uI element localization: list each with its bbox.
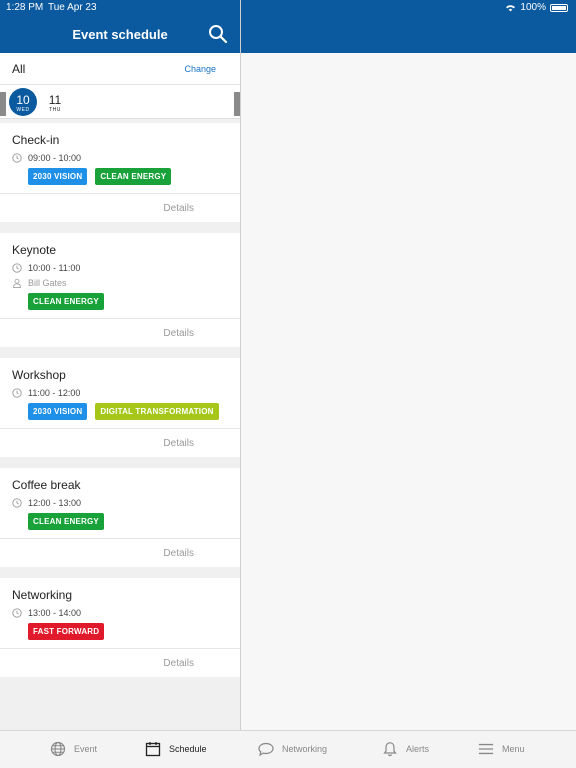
status-bar: 1:28 PM Tue Apr 23 100% bbox=[0, 0, 576, 16]
session-card[interactable]: Coffee break 12:00 - 13:00 CLEAN ENERGY Det… bbox=[0, 468, 240, 567]
tab-schedule[interactable]: Schedule bbox=[145, 741, 207, 757]
details-button[interactable]: Details bbox=[0, 318, 240, 347]
status-time: 1:28 PM bbox=[6, 2, 44, 13]
session-time: 11:00 - 12:00 bbox=[28, 388, 81, 398]
session-time: 13:00 - 14:00 bbox=[28, 608, 82, 618]
tab-networking[interactable]: Networking bbox=[258, 741, 327, 757]
clock-icon bbox=[12, 498, 22, 508]
day-weekday: WED bbox=[16, 107, 30, 113]
topic-tag[interactable]: 2030 VISION bbox=[28, 403, 88, 420]
tab-label: Schedule bbox=[169, 744, 207, 754]
session-card[interactable]: Workshop 11:00 - 12:00 2030 VISION DIGITAL … bbox=[0, 358, 240, 457]
topic-tag[interactable]: CLEAN ENERGY bbox=[28, 513, 104, 530]
topic-tag[interactable]: FAST FORWARD bbox=[28, 623, 105, 640]
day-number: 10 bbox=[16, 93, 30, 107]
session-title: Networking bbox=[12, 588, 73, 602]
session-time-row: 12:00 - 13:00 bbox=[12, 498, 228, 508]
session-time: 10:00 - 11:00 bbox=[28, 263, 81, 273]
session-title: Check-in bbox=[12, 133, 60, 147]
tab-label: Event bbox=[74, 744, 98, 754]
session-time-row: 11:00 - 12:00 bbox=[12, 388, 228, 398]
day-tab-selected[interactable]: 10 WED bbox=[9, 88, 37, 116]
clock-icon bbox=[12, 608, 22, 618]
topic-tag[interactable]: CLEAN ENERGY bbox=[28, 293, 104, 310]
bell-icon bbox=[383, 742, 397, 757]
topic-tag[interactable]: CLEAN ENERGY bbox=[95, 168, 172, 185]
battery-percent: 100% bbox=[520, 2, 546, 13]
chat-bubble-icon bbox=[258, 742, 274, 757]
topic-tag[interactable]: 2030 VISION bbox=[28, 168, 88, 185]
clock-icon bbox=[12, 263, 22, 273]
globe-icon bbox=[50, 741, 66, 757]
filter-row: All Change bbox=[0, 53, 240, 85]
session-tags: 2030 VISION CLEAN ENERGY bbox=[28, 168, 228, 185]
topic-tag[interactable]: DIGITAL TRANSFORMATION bbox=[95, 403, 219, 420]
day-selector: 10 WED 11 THU bbox=[0, 85, 240, 119]
calendar-icon bbox=[145, 742, 161, 757]
session-card[interactable]: Keynote 10:00 - 11:00 Bill Gates CLEAN ENER… bbox=[0, 233, 240, 347]
battery-icon bbox=[550, 3, 568, 12]
details-button[interactable]: Details bbox=[0, 648, 240, 677]
session-tags: FAST FORWARD bbox=[28, 623, 228, 640]
day-number: 11 bbox=[48, 93, 62, 107]
session-list: Check-in 09:00 - 10:00 2030 VISION CLEAN EN… bbox=[0, 119, 240, 677]
tab-alerts[interactable]: Alerts bbox=[382, 741, 429, 757]
session-time: 12:00 - 13:00 bbox=[28, 498, 82, 508]
session-time-row: 13:00 - 14:00 bbox=[12, 608, 228, 618]
status-right: 100% bbox=[505, 2, 568, 13]
clock-icon bbox=[12, 388, 22, 398]
clock-icon bbox=[12, 153, 22, 163]
tab-label: Networking bbox=[282, 744, 328, 754]
session-time-row: 09:00 - 10:00 bbox=[12, 153, 228, 163]
status-date: Tue Apr 23 bbox=[48, 2, 97, 13]
tab-label: Alerts bbox=[406, 744, 430, 754]
session-tags: 2030 VISION DIGITAL TRANSFORMATION bbox=[28, 403, 228, 420]
tab-bar: Event Schedule Networking Alerts Menu bbox=[0, 730, 576, 768]
session-tags: CLEAN ENERGY bbox=[28, 513, 228, 530]
session-title: Workshop bbox=[12, 368, 66, 382]
day-weekday: THU bbox=[49, 107, 61, 113]
details-button[interactable]: Details bbox=[0, 428, 240, 457]
wifi-icon bbox=[506, 4, 516, 12]
tab-event[interactable]: Event bbox=[50, 741, 97, 757]
hamburger-icon bbox=[478, 743, 494, 755]
session-speaker: Bill Gates bbox=[28, 278, 67, 288]
tab-menu[interactable]: Menu bbox=[478, 741, 525, 757]
tab-label: Menu bbox=[502, 744, 525, 754]
session-tags: CLEAN ENERGY bbox=[28, 293, 228, 310]
session-time: 09:00 - 10:00 bbox=[28, 153, 82, 163]
schedule-pane: Event schedule All Change 10 WED 11 THU … bbox=[0, 0, 240, 730]
day-tab[interactable]: 11 THU bbox=[41, 88, 69, 116]
session-card[interactable]: Networking 13:00 - 14:00 FAST FORWARD Detai… bbox=[0, 578, 240, 677]
filter-label: All bbox=[12, 61, 26, 76]
scroll-left-indicator bbox=[0, 92, 6, 116]
detail-pane bbox=[241, 0, 576, 730]
session-title: Keynote bbox=[12, 243, 57, 257]
details-button[interactable]: Details bbox=[0, 538, 240, 567]
session-speaker-row: Bill Gates bbox=[12, 278, 228, 288]
page-title: Event schedule bbox=[72, 27, 168, 42]
search-icon[interactable] bbox=[208, 24, 228, 44]
session-card[interactable]: Check-in 09:00 - 10:00 2030 VISION CLEAN EN… bbox=[0, 123, 240, 222]
details-button[interactable]: Details bbox=[0, 193, 240, 222]
session-title: Coffee break bbox=[12, 478, 81, 492]
session-time-row: 10:00 - 11:00 bbox=[12, 263, 228, 273]
person-icon bbox=[13, 278, 21, 288]
change-filter-button[interactable]: Change bbox=[184, 64, 216, 74]
